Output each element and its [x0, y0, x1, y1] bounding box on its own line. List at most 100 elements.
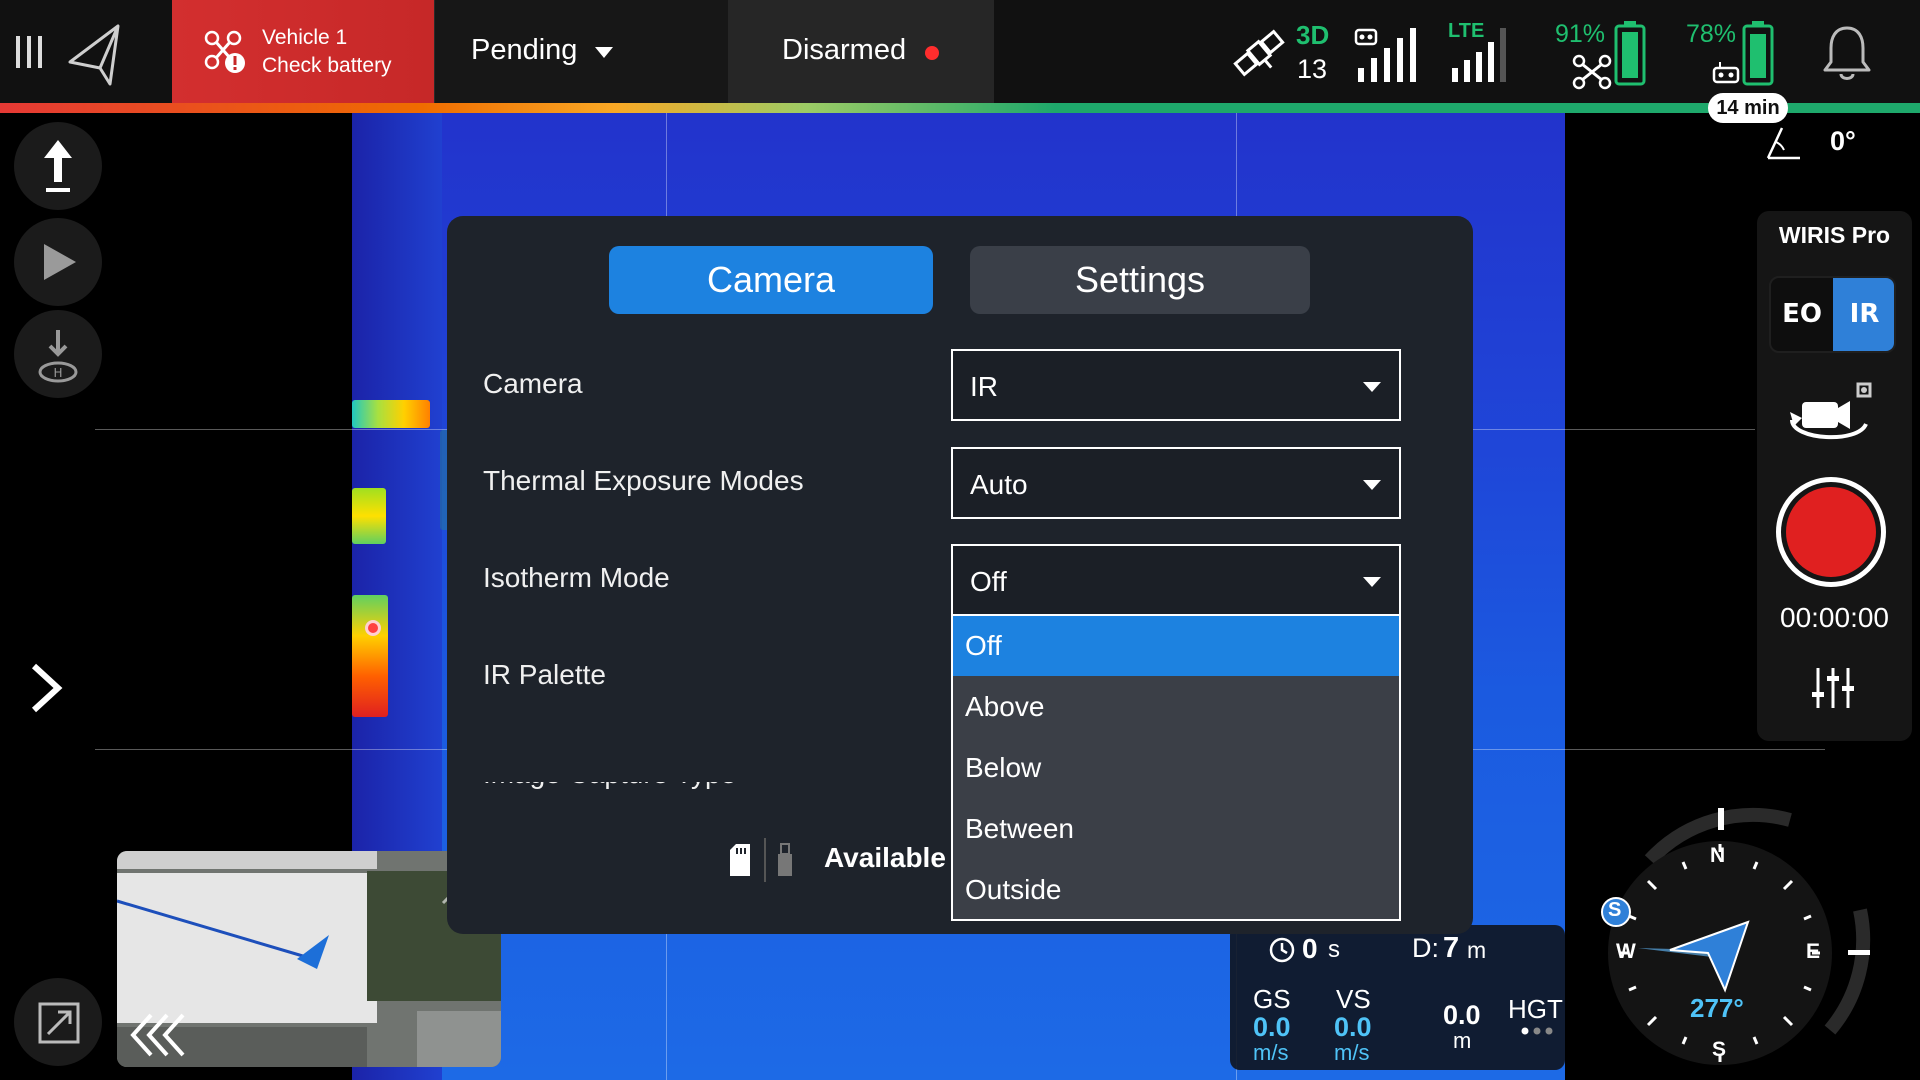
compass-north: N [1710, 844, 1726, 867]
dropdown-option-below[interactable]: Below [953, 738, 1399, 798]
bell-icon[interactable] [1822, 24, 1872, 82]
thermal-hotspot [352, 595, 388, 717]
rc-signal-icon [1354, 28, 1416, 82]
isotherm-mode-value: Off [970, 566, 1007, 597]
dropdown-option-between[interactable]: Between [953, 799, 1399, 859]
distance-unit: m [1467, 937, 1487, 963]
land-button[interactable]: H [14, 310, 102, 398]
distance-label: D: [1412, 933, 1439, 963]
ground-speed-value: 0.0 [1253, 1012, 1291, 1042]
exposure-mode-value: Auto [970, 469, 1028, 500]
storage-divider [764, 838, 766, 882]
satellite-count: 13 [1297, 54, 1328, 84]
camera-select[interactable]: IR [951, 349, 1401, 421]
thermal-hotspot [352, 400, 430, 428]
eo-toggle[interactable]: EO [1771, 278, 1833, 351]
vertical-speed-label: VS [1336, 984, 1371, 1014]
drone-battery-icon [1614, 21, 1646, 86]
height-mode-label[interactable]: HGT [1508, 994, 1563, 1025]
gps-fix-type: 3D [1296, 20, 1330, 50]
arm-status-label: Disarmed [782, 34, 907, 66]
compass-south: S [1712, 1038, 1727, 1061]
distance-value: 7 [1443, 932, 1460, 964]
chevron-right-icon[interactable] [28, 662, 64, 714]
home-marker-label: S [1608, 899, 1622, 921]
tab-camera[interactable]: Camera [609, 246, 933, 314]
flight-mode-selector[interactable]: Pending [434, 0, 728, 103]
drone-battery-percent: 91% [1555, 20, 1606, 48]
camera-row-label: Camera [483, 368, 583, 399]
expand-icon [38, 1002, 80, 1044]
ground-speed-unit: m/s [1253, 1040, 1289, 1065]
usb-storage-icon [778, 843, 792, 876]
collapse-map-icon[interactable] [127, 1011, 189, 1059]
drone-warning-icon [204, 30, 245, 73]
eo-ir-switch[interactable]: EO IR [1769, 276, 1896, 353]
alert-vehicle-name: Vehicle 1 [262, 26, 348, 49]
dropdown-option-above[interactable]: Above [953, 677, 1399, 737]
satellite-icon [1233, 29, 1285, 77]
lte-signal-icon [1452, 28, 1506, 82]
arm-status-dot [925, 46, 939, 60]
height-unit: m [1453, 1028, 1472, 1053]
exposure-mode-select[interactable]: Auto [951, 447, 1401, 519]
camera-settings-sliders-icon[interactable] [1810, 666, 1856, 710]
thermal-hotspot [365, 620, 381, 636]
alert-message: Check battery [262, 54, 392, 77]
start-mission-button[interactable] [14, 218, 102, 306]
isotherm-dropdown-list: Off Above Below Between Outside [951, 616, 1401, 921]
takeoff-button[interactable] [14, 122, 102, 210]
svg-text:H: H [53, 366, 62, 380]
sd-card-icon [730, 844, 750, 876]
caret-down-icon [1363, 577, 1381, 587]
play-icon [44, 244, 76, 280]
controller-battery-percent: 78% [1686, 20, 1737, 48]
compass-east: E [1806, 940, 1821, 963]
more-dots-icon[interactable] [1520, 1026, 1554, 1036]
exposure-row-label: Thermal Exposure Modes [483, 465, 804, 496]
camera-model-name: WIRIS Pro [1778, 222, 1891, 248]
vertical-speed-unit: m/s [1334, 1040, 1370, 1065]
record-timer: 00:00:00 [1780, 602, 1889, 633]
compass-west: W [1616, 940, 1636, 963]
dropdown-option-outside[interactable]: Outside [953, 860, 1399, 920]
caret-down-icon [1363, 480, 1381, 490]
gimbal-angle-icon [1766, 127, 1800, 160]
landing-icon: H [38, 330, 78, 383]
chevron-down-icon [595, 47, 613, 58]
ground-speed-label: GS [1253, 984, 1291, 1014]
gimbal-pitch-value: 0° [1830, 126, 1856, 156]
flight-time-value: 0 [1302, 933, 1318, 964]
vertical-speed-value: 0.0 [1334, 1012, 1372, 1042]
switch-photo-video-icon[interactable] [1788, 374, 1874, 452]
storage-status: Available [824, 842, 946, 873]
drone-icon [1572, 54, 1612, 90]
flight-mode-label: Pending [471, 34, 578, 66]
camera-select-value: IR [970, 371, 998, 402]
takeoff-icon [44, 140, 72, 192]
plan-view-icon[interactable] [66, 22, 124, 88]
battery-gradient-bar [0, 103, 1920, 113]
menu-icon[interactable] [14, 34, 44, 70]
ir-toggle[interactable]: IR [1833, 278, 1894, 351]
clock-icon [1269, 937, 1295, 963]
heading-value: 277° [1690, 993, 1744, 1023]
dropdown-option-off[interactable]: Off [953, 616, 1399, 676]
arm-status[interactable]: Disarmed [728, 0, 994, 103]
isotherm-mode-select[interactable]: Off [951, 544, 1401, 616]
controller-icon [1712, 62, 1740, 84]
ir-palette-row-label: IR Palette [483, 659, 606, 690]
flight-time-remaining: 14 min [1708, 93, 1788, 123]
height-value: 0.0 [1443, 1000, 1481, 1030]
record-indicator [1786, 487, 1876, 577]
flight-time-unit: s [1328, 936, 1340, 963]
tab-settings[interactable]: Settings [970, 246, 1310, 314]
record-button[interactable] [1776, 477, 1886, 587]
isotherm-row-label: Isotherm Mode [483, 562, 670, 593]
vehicle-alert[interactable]: Vehicle 1 Check battery [172, 0, 434, 103]
compass-widget [1601, 807, 1871, 1065]
expand-view-button[interactable] [14, 978, 102, 1066]
mini-map[interactable] [117, 851, 501, 1067]
controller-battery-icon [1742, 21, 1774, 86]
scroll-clip [447, 760, 951, 782]
